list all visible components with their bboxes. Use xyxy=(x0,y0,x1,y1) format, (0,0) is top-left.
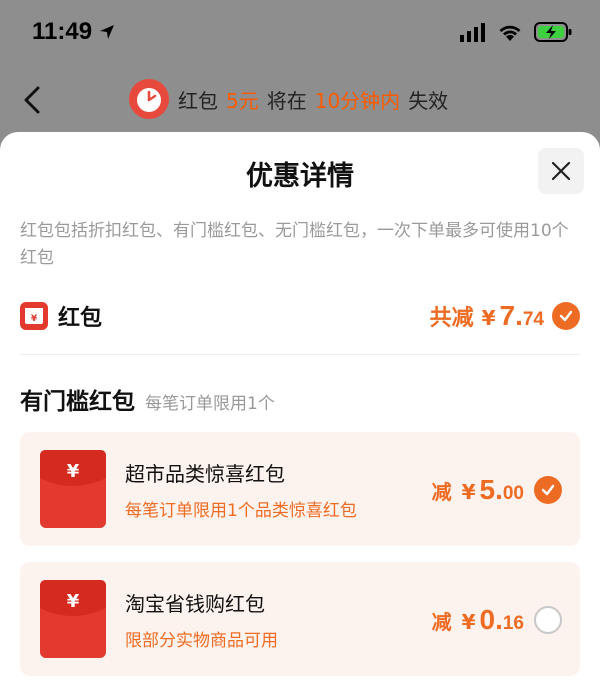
section-subtitle: 每笔订单限用1个 xyxy=(145,394,275,414)
summary-total: 共减 ¥ 7. 74 xyxy=(430,300,580,332)
total-amount: ¥ 7. 74 xyxy=(482,300,544,332)
currency-symbol: ¥ xyxy=(461,610,476,634)
reduce-label: 减 xyxy=(431,479,452,504)
card-note: 限部分实物商品可用 xyxy=(125,631,278,651)
discount-detail-sheet: 优惠详情 红包包括折扣红包、有门槛红包、无门槛红包，一次下单最多可使用10个红包… xyxy=(0,132,600,684)
card-discount: 减 ¥ 0. 16 xyxy=(432,604,562,636)
card-checkbox[interactable] xyxy=(534,606,562,634)
card-amount: ¥ 5. 00 xyxy=(462,474,524,506)
svg-text:¥: ¥ xyxy=(67,461,80,482)
status-time: 11:49 xyxy=(32,18,116,46)
status-bar: 11:49 xyxy=(0,0,600,66)
status-indicators xyxy=(460,22,572,42)
amount-integer: 0. xyxy=(479,604,503,635)
sheet-description: 红包包括折扣红包、有门槛红包、无门槛红包，一次下单最多可使用10个红包 xyxy=(20,221,569,268)
close-icon xyxy=(551,161,571,181)
amount-decimal: 74 xyxy=(522,309,544,330)
svg-text:¥: ¥ xyxy=(67,591,80,612)
back-button[interactable] xyxy=(18,84,46,116)
banner-amount: 5元 xyxy=(226,88,259,113)
sheet-title: 优惠详情 xyxy=(246,161,354,192)
page-header: 红包 5元 将在 10分钟内 失效 xyxy=(0,70,600,130)
card-amount: ¥ 0. 16 xyxy=(462,604,524,636)
amount-decimal: 00 xyxy=(502,483,524,504)
card-discount: 减 ¥ 5. 00 xyxy=(432,474,562,506)
red-packet-icon: ¥ xyxy=(40,580,106,658)
summary-label: 红包 xyxy=(58,306,103,331)
cellular-signal-icon xyxy=(460,23,485,42)
svg-text:¥: ¥ xyxy=(31,314,38,324)
alarm-clock-icon xyxy=(129,79,169,119)
wifi-icon xyxy=(499,25,521,41)
banner-prefix: 红包 xyxy=(178,88,218,113)
amount-integer: 5. xyxy=(479,474,503,505)
status-time-text: 11:49 xyxy=(32,18,93,45)
banner-suffix: 失效 xyxy=(408,88,449,113)
divider xyxy=(20,354,580,355)
total-label: 共减 xyxy=(429,306,474,331)
expire-banner: 红包 5元 将在 10分钟内 失效 xyxy=(128,78,448,120)
red-packet-icon: ¥ xyxy=(20,302,48,330)
red-packet-card[interactable]: ¥ 超市品类惊喜红包 每笔订单限用1个品类惊喜红包 减 ¥ 5. 00 xyxy=(20,432,580,546)
summary-checkbox[interactable] xyxy=(552,302,580,330)
reduce-label: 减 xyxy=(431,609,452,634)
banner-time: 10分钟内 xyxy=(314,88,401,113)
card-title: 超市品类惊喜红包 xyxy=(125,462,285,486)
amount-decimal: 16 xyxy=(502,613,524,634)
currency-symbol: ¥ xyxy=(461,480,476,504)
battery-charging-icon xyxy=(534,22,572,42)
amount-integer: 7. xyxy=(499,300,523,331)
checkmark-icon xyxy=(559,310,573,322)
card-title: 淘宝省钱购红包 xyxy=(125,592,265,616)
red-packet-icon: ¥ xyxy=(40,450,106,528)
section-header: 有门槛红包 每笔订单限用1个 xyxy=(20,382,275,416)
red-packet-card[interactable]: ¥ 淘宝省钱购红包 限部分实物商品可用 减 ¥ 0. 16 xyxy=(20,562,580,676)
section-title: 有门槛红包 xyxy=(20,389,135,415)
card-checkbox[interactable] xyxy=(534,476,562,504)
back-chevron-icon xyxy=(24,86,40,114)
card-note: 每笔订单限用1个品类惊喜红包 xyxy=(125,501,357,521)
red-packet-summary-row: ¥ 红包 共减 ¥ 7. 74 xyxy=(20,296,580,336)
checkmark-icon xyxy=(541,484,555,496)
close-button[interactable] xyxy=(538,148,584,194)
currency-symbol: ¥ xyxy=(481,306,496,330)
banner-middle: 将在 xyxy=(266,88,307,113)
location-arrow-icon xyxy=(100,25,115,39)
